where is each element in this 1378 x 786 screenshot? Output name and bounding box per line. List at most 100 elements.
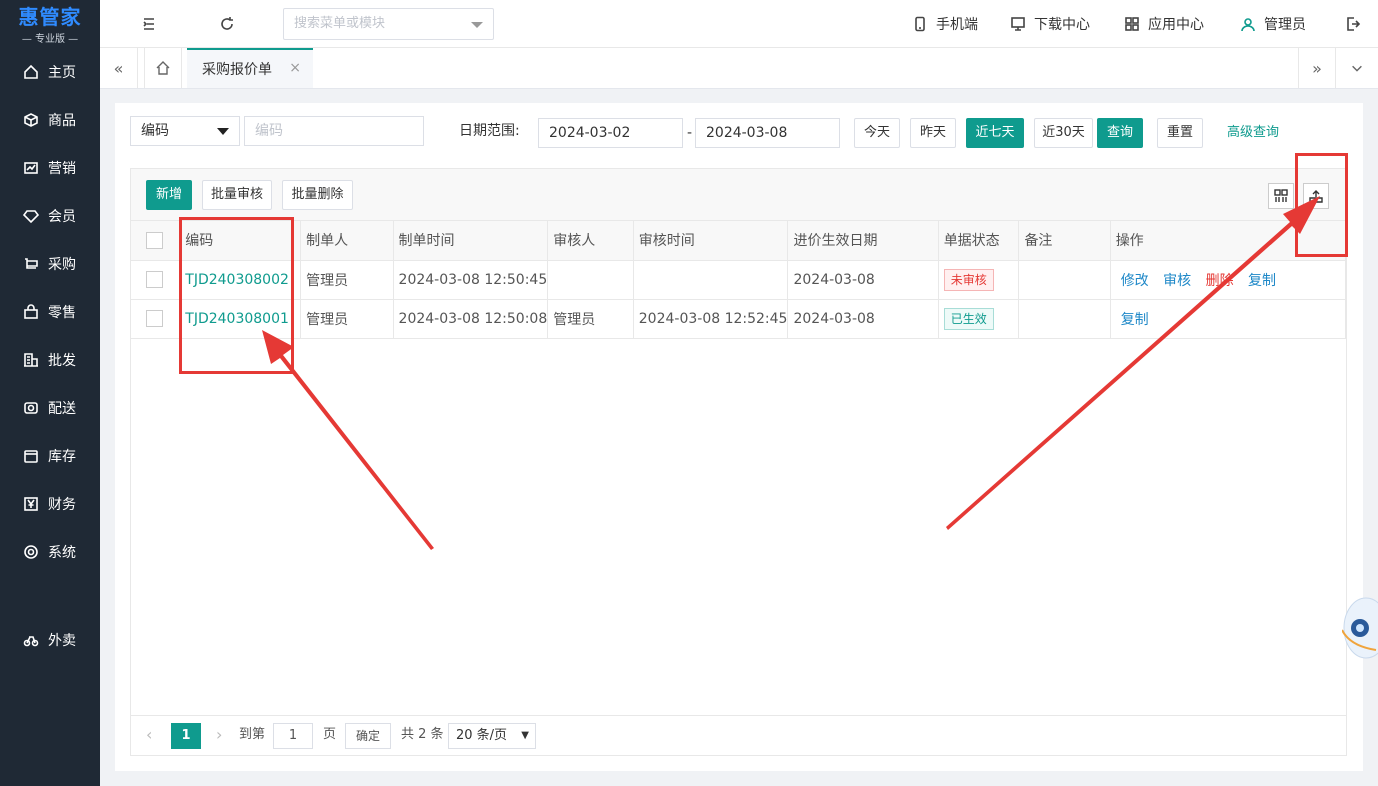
sidebar-item-member[interactable]: 会员 (0, 192, 100, 240)
sidebar-item-delivery[interactable]: 配送 (0, 384, 100, 432)
date-start-input[interactable]: 2024-03-02 (538, 118, 683, 148)
goto-confirm-button[interactable]: 确定 (345, 723, 391, 749)
bike-icon (22, 631, 40, 649)
sidebar-item-purchase[interactable]: 采购 (0, 240, 100, 288)
app-center-link[interactable]: 应用中心 (1124, 0, 1204, 48)
auditor-cell (547, 260, 634, 300)
collapse-menu-icon[interactable] (139, 14, 159, 34)
sidebar-item-finance[interactable]: 财务 (0, 480, 100, 528)
assistant-robot-icon[interactable] (1342, 590, 1378, 666)
page-size-select[interactable]: 20 条/页 ▼ (448, 723, 536, 749)
tabs-dropdown-icon[interactable] (1338, 48, 1376, 88)
edit-link[interactable]: 修改 (1121, 273, 1149, 289)
batch-delete-button[interactable]: 批量删除 (282, 180, 353, 210)
row-checkbox[interactable] (146, 271, 163, 288)
tab-bar: « 采购报价单 × » (100, 48, 1378, 89)
sidebar: 惠管家 — 专业版 — 主页 商品 营销 会员 采购 零售 批发 配送 库存 财… (0, 0, 100, 786)
box-icon (22, 111, 40, 129)
page-unit-label: 页 (323, 727, 337, 742)
home-tab-icon[interactable] (144, 48, 182, 88)
goto-label: 到第 (239, 727, 266, 742)
tab-purchase-quote[interactable]: 采购报价单 × (187, 48, 313, 88)
next-page-icon[interactable]: › (216, 723, 222, 749)
top-bar: 搜索菜单或模块 手机端 下载中心 应用中心 管理员 (100, 0, 1378, 48)
note-cell (1018, 299, 1111, 339)
add-button[interactable]: 新增 (146, 180, 192, 210)
close-icon[interactable]: × (289, 60, 301, 76)
sidebar-item-inventory[interactable]: 库存 (0, 432, 100, 480)
yesterday-button[interactable]: 昨天 (910, 118, 956, 148)
delete-link[interactable]: 删除 (1206, 273, 1234, 289)
sidebar-item-label: 主页 (48, 65, 76, 81)
sidebar-item-label: 零售 (48, 305, 76, 321)
prev-page-icon[interactable]: ‹ (146, 723, 152, 749)
copy-link[interactable]: 复制 (1248, 273, 1276, 289)
col-creator: 制单人 (300, 221, 394, 261)
audit-time-cell (633, 260, 789, 300)
sidebar-item-takeout[interactable]: 外卖 (0, 616, 100, 664)
logout-icon[interactable] (1343, 14, 1363, 34)
sidebar-item-label: 外卖 (48, 633, 76, 649)
code-input[interactable]: 编码 (244, 116, 424, 146)
actions-cell: 修改 审核 删除 复制 (1110, 260, 1347, 300)
download-center-link[interactable]: 下载中心 (1010, 0, 1090, 48)
table-toolbar: 新增 批量审核 批量删除 (131, 169, 1346, 221)
copy-link[interactable]: 复制 (1121, 312, 1149, 328)
advanced-query-link[interactable]: 高级查询 (1227, 118, 1279, 148)
monitor-icon (1011, 17, 1025, 31)
created-time-cell: 2024-03-08 12:50:45 (393, 260, 549, 300)
code-cell: TJD240308001 (179, 299, 302, 339)
table-container: 新增 批量审核 批量删除 编码 制单人 制单时间 审核人 审核时间 进价生效日期 (130, 168, 1347, 756)
last-30-days-button[interactable]: 近30天 (1034, 118, 1093, 148)
sidebar-item-system[interactable]: 系统 (0, 528, 100, 576)
query-button[interactable]: 查询 (1097, 118, 1143, 148)
diamond-icon (22, 207, 40, 225)
sidebar-item-home[interactable]: 主页 (0, 48, 100, 96)
column-settings-icon[interactable] (1268, 183, 1294, 209)
sidebar-item-label: 商品 (48, 113, 76, 129)
reset-button[interactable]: 重置 (1157, 118, 1203, 148)
truck-icon (22, 399, 40, 417)
date-end-input[interactable]: 2024-03-08 (695, 118, 840, 148)
user-menu[interactable]: 管理员 (1240, 0, 1306, 48)
row-checkbox[interactable] (146, 310, 163, 327)
main-panel: 编码 编码 日期范围: 2024-03-02 - 2024-03-08 今天 昨… (115, 103, 1363, 771)
phone-icon (915, 16, 925, 32)
last-7-days-button[interactable]: 近七天 (966, 118, 1024, 148)
tabs-scroll-right-icon[interactable]: » (1298, 48, 1336, 88)
col-actions: 操作 (1110, 221, 1347, 261)
field-select[interactable]: 编码 (130, 116, 240, 146)
export-icon[interactable] (1303, 183, 1329, 209)
batch-audit-button[interactable]: 批量审核 (202, 180, 272, 210)
row-select-cell[interactable] (131, 260, 181, 300)
row-select-cell[interactable] (131, 299, 181, 339)
home-icon (22, 63, 40, 81)
refresh-icon[interactable] (217, 14, 237, 34)
sidebar-item-wholesale[interactable]: 批发 (0, 336, 100, 384)
sidebar-item-label: 批发 (48, 353, 76, 369)
page-size-value: 20 条/页 (456, 728, 508, 743)
code-link[interactable]: TJD240308002 (185, 272, 289, 288)
menu-search-input[interactable]: 搜索菜单或模块 (283, 8, 494, 40)
sidebar-item-retail[interactable]: 零售 (0, 288, 100, 336)
audit-link[interactable]: 审核 (1163, 273, 1191, 289)
status-cell: 已生效 (938, 299, 1020, 339)
today-button[interactable]: 今天 (854, 118, 900, 148)
bag-icon (22, 303, 40, 321)
col-effective-date: 进价生效日期 (787, 221, 939, 261)
select-all-cell[interactable] (131, 221, 181, 261)
page-current[interactable]: 1 (171, 723, 201, 749)
code-link[interactable]: TJD240308001 (185, 311, 289, 327)
select-all-checkbox[interactable] (146, 231, 163, 249)
mobile-link[interactable]: 手机端 (912, 0, 978, 48)
tabs-scroll-left-icon[interactable]: « (100, 48, 138, 88)
field-select-value: 编码 (141, 123, 169, 139)
tab-label: 采购报价单 (202, 62, 272, 78)
note-cell (1018, 260, 1111, 300)
sidebar-item-label: 营销 (48, 161, 76, 177)
sidebar-item-goods[interactable]: 商品 (0, 96, 100, 144)
page-number-input[interactable]: 1 (273, 723, 313, 749)
sidebar-item-marketing[interactable]: 营销 (0, 144, 100, 192)
brand-name: 惠管家 (18, 5, 82, 29)
